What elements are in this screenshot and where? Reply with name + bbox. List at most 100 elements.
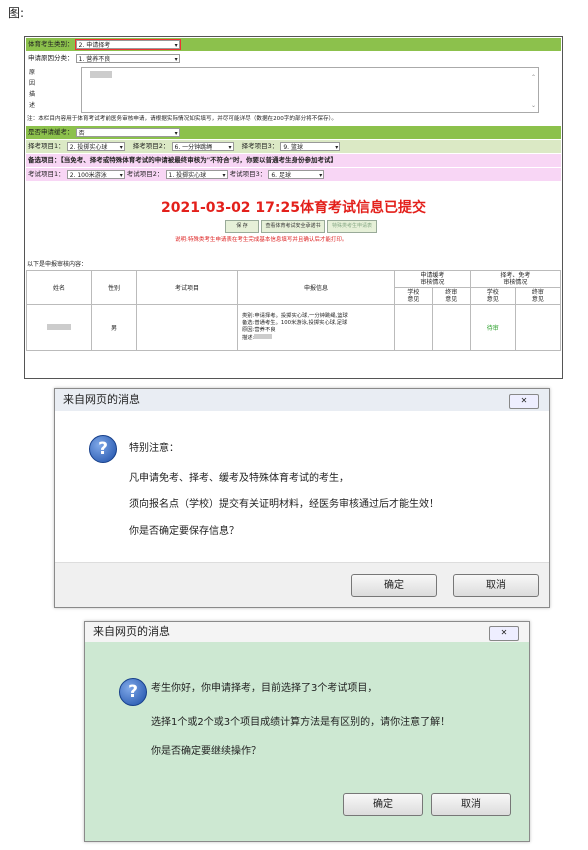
- exam3-label: 考试项目3：: [229, 170, 267, 178]
- save-button[interactable]: 保 存: [225, 220, 259, 233]
- type-row: 体育考生类别： 2. 申请择考 ▾: [26, 38, 561, 51]
- question-icon: ?: [119, 678, 147, 706]
- detail-label-char: 原: [29, 69, 36, 76]
- header-exam: 考试项目: [136, 270, 238, 305]
- exam1-value: 2. 100米游泳: [69, 171, 107, 179]
- cancel-button[interactable]: 取消: [453, 574, 539, 597]
- redacted-text: [90, 71, 112, 78]
- confirm-save-dialog: 来自网页的消息 ✕ ? 特别注意： 凡申请免考、择考、缓考及特殊体育考试的考生，…: [54, 388, 550, 608]
- type-select[interactable]: 2. 申请择考 ▾: [74, 38, 181, 50]
- choice1-select[interactable]: 2. 投掷实心球 ▾: [66, 141, 125, 151]
- chevron-down-icon: ▾: [174, 55, 178, 63]
- type-label: 体育考生类别：: [28, 40, 74, 48]
- table-row: 男 类别:申请择考。投掷实心球,一分钟跳绳,篮球 备选:普通考生。100米游泳,…: [26, 304, 562, 351]
- header-gender: 性别: [91, 270, 137, 305]
- deferral-select[interactable]: 否 ▾: [75, 127, 180, 137]
- type-select-value: 2. 申请择考: [78, 41, 111, 49]
- form-note: 注：本栏目内容用于体育考试考前医务审核申请，请根据实际情况如实填写，并尽可能详尽…: [27, 116, 337, 122]
- choice-row: 择考项目1： 2. 投掷实心球 ▾ 择考项目2： 6. 一分钟跳绳 ▾ 择考项目…: [26, 140, 561, 153]
- exam3-select[interactable]: 6. 足球 ▾: [268, 169, 325, 179]
- list-title: 以下是申报审核内容：: [27, 261, 88, 268]
- exam1-select[interactable]: 2. 100米游泳 ▾: [66, 169, 125, 179]
- choice1-value: 2. 投掷实心球: [69, 143, 108, 151]
- view-safety-pledge-button[interactable]: 查看体育考试安全承诺书: [261, 220, 325, 233]
- header-info: 申报信息: [237, 270, 395, 305]
- redacted-text: [254, 334, 273, 339]
- ok-button[interactable]: 确定: [351, 574, 437, 597]
- reason-detail-textarea[interactable]: ⌃ ⌄: [81, 67, 539, 113]
- scroll-up-icon[interactable]: ⌃: [531, 74, 536, 81]
- cell-info: 类别:申请择考。投掷实心球,一分钟跳绳,篮球 备选:普通考生。100米游泳,投掷…: [237, 304, 395, 351]
- reason-row: 申请原因分类： 1. 营养不良 ▾: [26, 52, 561, 65]
- header-deferral-review: 申请缓考 审核情况: [394, 270, 471, 288]
- alternate-note-text: 【当免考、择考或特殊体育考试的申请被最终审核为"不符合"时，你要以普通考生身份参…: [60, 156, 338, 164]
- review-table: 姓名 性别 考试项目 申报信息 申请缓考 审核情况 择考、免考 审核情况 学校 …: [26, 270, 562, 351]
- exam2-label: 考试项目2：: [126, 170, 164, 178]
- chevron-down-icon: ▾: [228, 143, 232, 151]
- dialog-line-1: 考生你好，你申请择考，目前选择了3个考试项目，: [151, 683, 378, 694]
- reason-select-value: 1. 营养不良: [78, 55, 111, 63]
- cell-name: [26, 304, 92, 351]
- dialog-line-1: 凡申请免考、择考、缓考及特殊体育考试的考生，: [129, 473, 349, 484]
- exam2-value: 1. 投掷实心球: [168, 171, 207, 179]
- choice2-select[interactable]: 6. 一分钟跳绳 ▾: [171, 141, 234, 151]
- chevron-down-icon: ▾: [174, 41, 178, 49]
- cell-deferral-school: [394, 304, 433, 351]
- submitted-title: 2021-03-02 17:25体育考试信息已提交: [161, 200, 426, 216]
- dialog-heading: 特别注意：: [129, 443, 179, 454]
- chevron-down-icon: ▾: [319, 171, 323, 179]
- close-button[interactable]: ✕: [509, 394, 539, 409]
- redacted-name: [47, 323, 71, 330]
- special-applicant-form-button[interactable]: 特殊类考生申请表: [327, 220, 377, 233]
- choice3-label: 择考项目3：: [241, 142, 279, 150]
- dialog-title: 来自网页的消息: [55, 389, 549, 411]
- alternate-note-label: 备选项目：: [28, 156, 61, 164]
- dialog-line-2: 选择1个或2个或3个项目成绩计算方法是有区别的，请你注意了解！: [151, 717, 451, 728]
- ok-button[interactable]: 确定: [343, 793, 423, 816]
- header-school-opinion: 学校 意见: [469, 287, 516, 305]
- header-final-opinion: 终审 意见: [431, 287, 471, 305]
- exam2-select[interactable]: 1. 投掷实心球 ▾: [165, 169, 228, 179]
- reason-category-select[interactable]: 1. 营养不良 ▾: [75, 53, 180, 63]
- exam-row: 考试项目1： 2. 100米游泳 ▾ 考试项目2： 1. 投掷实心球 ▾ 考试项…: [26, 168, 561, 181]
- dialog-line-3: 你是否确定要保存信息？: [129, 526, 239, 537]
- choice2-label: 择考项目2：: [132, 142, 170, 150]
- dialog-title: 来自网页的消息: [85, 622, 529, 642]
- header-name: 姓名: [26, 270, 92, 305]
- print-note: 说明:特殊类考生申请表在考生完成基本信息填写并且确认后才能打印。: [175, 237, 348, 243]
- deferral-row: 是否申请缓考： 否 ▾: [26, 126, 561, 139]
- close-button[interactable]: ✕: [489, 626, 519, 641]
- question-icon: ?: [89, 435, 117, 463]
- deferral-label: 是否申请缓考：: [28, 128, 74, 136]
- header-final-opinion: 终审 意见: [514, 287, 562, 305]
- exam3-value: 6. 足球: [271, 171, 291, 179]
- chevron-down-icon: ▾: [335, 143, 339, 151]
- cancel-button[interactable]: 取消: [431, 793, 511, 816]
- cell-deferral-final: [431, 304, 471, 351]
- application-form-panel: 体育考生类别： 2. 申请择考 ▾ 申请原因分类： 1. 营养不良 ▾ 原 因 …: [24, 36, 563, 379]
- cell-exemption-school: 待审: [469, 304, 516, 351]
- alternate-note-row: 备选项目：【当免考、择考或特殊体育考试的申请被最终审核为"不符合"时，你要以普通…: [26, 154, 561, 167]
- detail-label: 原 因 描 述: [29, 67, 39, 111]
- info-line: 描述:: [242, 334, 394, 342]
- detail-label-char: 因: [29, 80, 36, 87]
- continue-confirm-dialog: 来自网页的消息 ✕ ? 考生你好，你申请择考，目前选择了3个考试项目， 选择1个…: [84, 621, 530, 842]
- figure-caption: 图:: [8, 6, 25, 20]
- cell-gender: 男: [91, 304, 137, 351]
- exam1-label: 考试项目1：: [28, 170, 65, 178]
- info-line: 备选:普通考生。100米游泳,投掷实心球,足球: [242, 320, 348, 326]
- choice3-select[interactable]: 9. 篮球 ▾: [280, 141, 341, 151]
- choice3-value: 9. 篮球: [283, 143, 303, 151]
- scroll-down-icon[interactable]: ⌄: [531, 102, 536, 109]
- chevron-down-icon: ▾: [119, 171, 123, 179]
- dialog-line-2: 须向报名点（学校）提交有关证明材料，经医务审核通过后才能生效！: [129, 499, 439, 510]
- info-line-label: 描述:: [242, 335, 255, 341]
- cell-exemption-final: [514, 304, 562, 351]
- deferral-select-value: 否: [78, 129, 85, 137]
- detail-label-char: 描: [29, 91, 36, 98]
- reason-category-label: 申请原因分类：: [28, 54, 74, 62]
- chevron-down-icon: ▾: [174, 129, 178, 137]
- choice1-label: 择考项目1：: [28, 142, 65, 150]
- info-line: 原因:营养不良: [242, 327, 276, 333]
- chevron-down-icon: ▾: [222, 171, 226, 179]
